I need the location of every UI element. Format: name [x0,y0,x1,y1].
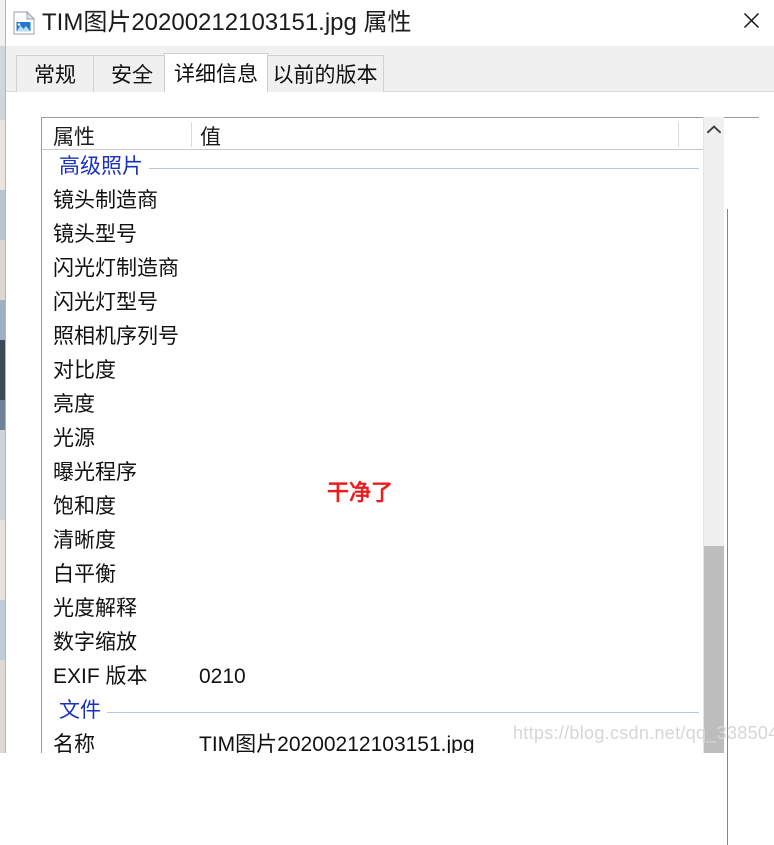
row-property-name: 白平衡 [53,563,116,586]
details-listview[interactable]: 属性 值 高级照片镜头制造商镜头型号闪光灯制造商 闪光灯型号照相机序列号 对比度亮度… [41,117,759,753]
section-rule [59,712,699,713]
row-property-name: 亮度 [53,393,95,416]
row-property-name: 饱和度 [53,495,116,518]
table-row[interactable]: 闪光灯型号 [42,287,724,321]
row-property-name: 闪光灯制造商 [53,257,179,280]
row-property-name: EXIF 版本 [53,665,148,688]
tab-label: 安全 [111,64,153,87]
tab-label: 常规 [34,64,76,87]
row-property-name: 镜头制造商 [53,189,158,212]
table-row[interactable]: 数字缩放 [42,627,724,661]
tab-1[interactable]: 安全 [93,55,171,92]
table-row[interactable]: 镜头制造商 [42,185,724,219]
tab-strip: 常规 安全 详细信息 以前的版本 [6,46,774,93]
close-icon [743,12,759,28]
table-row[interactable]: EXIF 版本 0210 [42,661,724,695]
image-file-icon [13,10,36,35]
scrollbar-thumb[interactable] [704,546,724,753]
table-row[interactable]: 闪光灯制造商 [42,253,724,287]
chevron-up-icon [707,124,721,134]
section-header-label: 高级照片 [59,151,149,183]
tab-label: 以前的版本 [272,64,378,87]
listview-right-border [727,209,728,845]
row-property-name: 照相机序列号 [53,325,179,348]
tab-0[interactable]: 常规 [16,55,94,92]
file-properties-dialog: TIM图片20200212103151.jpg 属性 常规 安全 详细信息 以前的版本… [5,0,774,845]
table-row[interactable]: 照相机序列号 [42,321,724,355]
window-title: TIM图片20200212103151.jpg 属性 [42,9,412,36]
section-header-row: 高级照片 [42,151,724,185]
row-property-name: 清晰度 [53,529,116,552]
column-divider[interactable] [678,122,679,147]
table-row[interactable]: 光度解释 [42,593,724,627]
listview-column-header: 属性 值 [42,118,724,150]
row-property-name: 闪光灯型号 [53,291,158,314]
row-property-name: 光源 [53,427,95,450]
column-header-value[interactable]: 值 [200,121,221,151]
vertical-scrollbar[interactable] [703,117,724,753]
row-property-name: 名称 [53,733,95,753]
row-property-name: 对比度 [53,359,116,382]
row-property-name: 光度解释 [53,597,137,620]
table-row[interactable]: 镜头型号 [42,219,724,253]
red-annotation-text: 干净了 [327,480,394,505]
tab-label: 详细信息 [174,63,258,86]
row-property-name: 数字缩放 [53,631,137,654]
table-row[interactable]: 亮度 [42,389,724,423]
column-header-property[interactable]: 属性 [53,121,95,151]
row-property-value[interactable]: 0210 [199,661,246,693]
row-property-value[interactable]: TIM图片20200212103151.jpg [199,729,475,753]
tab-3[interactable]: 以前的版本 [266,55,384,92]
table-row[interactable]: 对比度 [42,355,724,389]
row-property-name: 曝光程序 [53,461,137,484]
column-divider[interactable] [191,122,192,147]
watermark-text: https://blog.csdn.net/qq_33850482 [513,723,774,743]
close-button[interactable] [727,0,774,40]
table-row[interactable]: 光源 [42,423,724,457]
table-row[interactable]: 白平衡 [42,559,724,593]
tab-page-details: 属性 值 高级照片镜头制造商镜头型号闪光灯制造商 闪光灯型号照相机序列号 对比度亮度… [6,92,774,845]
section-header-label: 文件 [59,695,107,727]
table-row[interactable]: 清晰度 [42,525,724,559]
tab-2[interactable]: 详细信息 [164,53,268,93]
section-rule [59,168,699,169]
row-property-name: 镜头型号 [53,223,137,246]
details-listview-content: 属性 值 高级照片镜头制造商镜头型号闪光灯制造商 闪光灯型号照相机序列号 对比度亮度… [42,118,724,753]
scroll-up-button[interactable] [704,117,724,141]
title-bar: TIM图片20200212103151.jpg 属性 [6,0,774,46]
